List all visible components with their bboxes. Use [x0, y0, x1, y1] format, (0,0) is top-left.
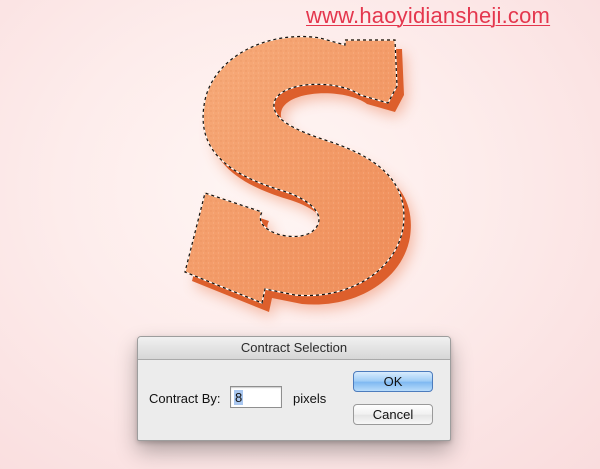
ok-button[interactable]: OK [353, 371, 433, 392]
contract-selection-dialog: Contract Selection Contract By: 8 pixels… [137, 336, 451, 441]
cancel-button[interactable]: Cancel [353, 404, 433, 425]
pixels-unit-label: pixels [293, 391, 327, 406]
contract-amount-input[interactable]: 8 [230, 386, 282, 408]
dialog-titlebar[interactable]: Contract Selection [138, 337, 450, 360]
letter-texture [185, 36, 404, 304]
dialog-title: Contract Selection [240, 340, 348, 355]
contract-amount-value: 8 [234, 390, 244, 405]
contract-by-label: Contract By: [149, 391, 221, 406]
